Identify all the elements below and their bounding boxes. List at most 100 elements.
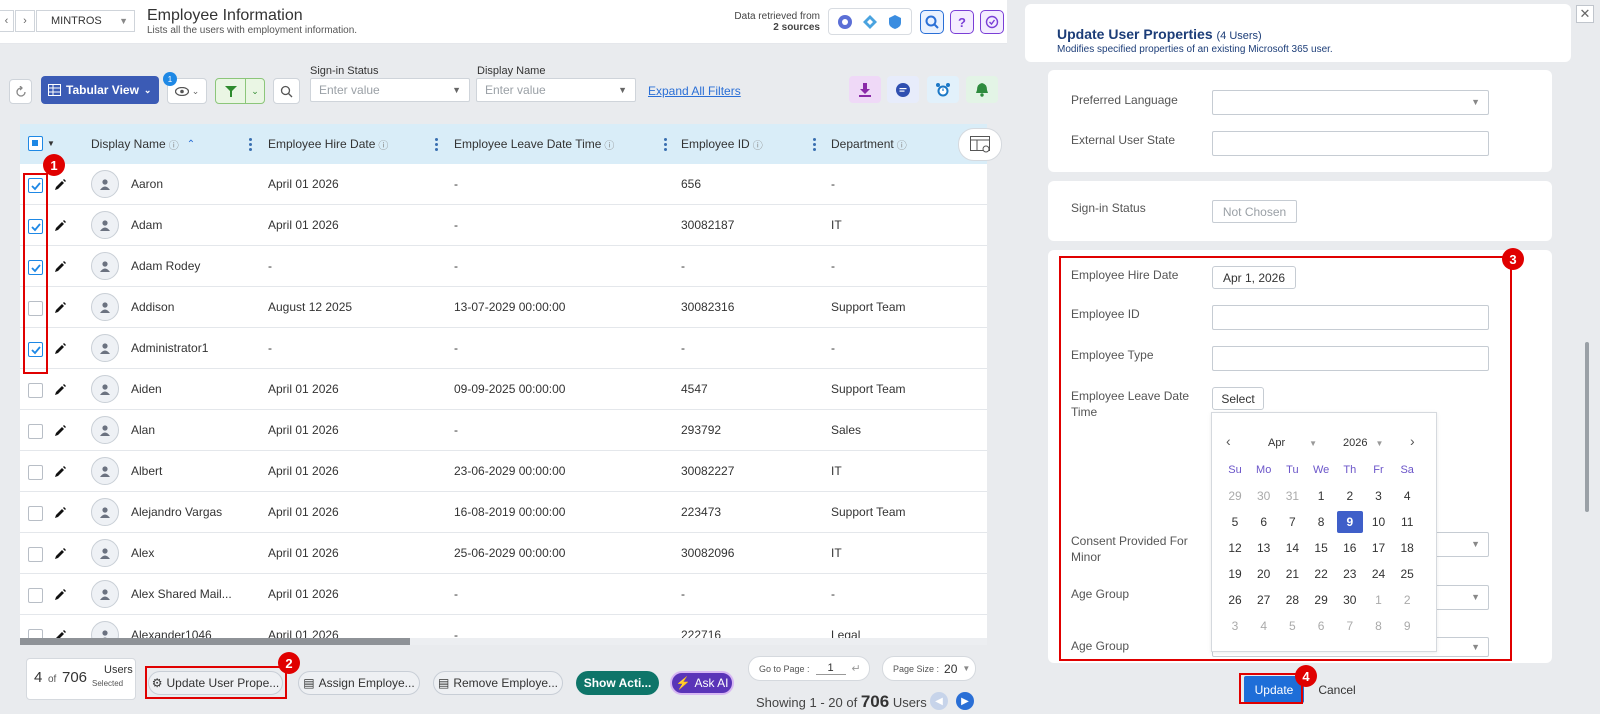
row-checkbox[interactable] bbox=[28, 465, 43, 480]
table-row[interactable]: Adam April 01 2026 - 30082187 IT bbox=[20, 205, 987, 246]
external-user-state-input[interactable] bbox=[1212, 131, 1489, 156]
table-row[interactable]: Alex Shared Mail... April 01 2026 - - - bbox=[20, 574, 987, 615]
close-icon[interactable]: ✕ bbox=[1576, 5, 1594, 23]
signin-status-filter[interactable]: Enter value ▼ bbox=[310, 78, 470, 102]
selection-counter: 4 of 706 Users Selected bbox=[26, 658, 136, 700]
page-size-control[interactable]: Page Size : 20 ▼ bbox=[882, 656, 976, 681]
cell-employee-id: - bbox=[681, 587, 685, 601]
remove-employee-button[interactable]: ▤ Remove Employe... bbox=[433, 671, 563, 695]
ask-ai-button[interactable]: ⚡ Ask AI bbox=[670, 671, 734, 695]
row-checkbox[interactable] bbox=[28, 383, 43, 398]
edit-pencil-icon[interactable] bbox=[54, 260, 66, 272]
prev-page-icon[interactable]: ◀ bbox=[930, 692, 948, 710]
row-checkbox[interactable] bbox=[28, 506, 43, 521]
panel-scrollbar[interactable] bbox=[1585, 342, 1589, 512]
cell-display-name[interactable]: Aaron bbox=[131, 164, 163, 204]
row-checkbox[interactable] bbox=[28, 588, 43, 603]
cell-department: IT bbox=[831, 546, 842, 560]
column-menu-icon[interactable] bbox=[664, 138, 667, 152]
table-row[interactable]: Administrator1 - - - - bbox=[20, 328, 987, 369]
table-row[interactable]: Alex April 01 2026 25-06-2029 00:00:00 3008… bbox=[20, 533, 987, 574]
sign-in-status-toggle[interactable]: Not Chosen bbox=[1212, 200, 1297, 223]
edit-pencil-icon[interactable] bbox=[54, 588, 66, 600]
goto-page-input[interactable]: 1 bbox=[815, 662, 846, 675]
cell-display-name[interactable]: Alex Shared Mail... bbox=[131, 574, 232, 614]
edit-pencil-icon[interactable] bbox=[54, 178, 66, 190]
col-header-department[interactable]: Department ⓘ bbox=[831, 124, 907, 164]
cell-display-name[interactable]: Addison bbox=[131, 287, 174, 327]
row-checkbox[interactable] bbox=[28, 547, 43, 562]
table-icon bbox=[48, 84, 61, 96]
cell-display-name[interactable]: Administrator1 bbox=[131, 328, 208, 368]
cell-display-name[interactable]: Albert bbox=[131, 451, 162, 491]
cell-leave-date: - bbox=[454, 259, 458, 273]
col-header-employee-id[interactable]: Employee ID ⓘ bbox=[681, 124, 763, 164]
horizontal-scrollbar[interactable] bbox=[20, 638, 987, 645]
table-row[interactable]: Alan April 01 2026 - 293792 Sales bbox=[20, 410, 987, 451]
select-menu-caret-icon[interactable]: ▼ bbox=[47, 139, 55, 148]
edit-pencil-icon[interactable] bbox=[54, 383, 66, 395]
edit-pencil-icon[interactable] bbox=[54, 506, 66, 518]
show-actions-button[interactable]: Show Acti... bbox=[576, 671, 659, 695]
assign-employee-button[interactable]: ▤ Assign Employe... bbox=[298, 671, 420, 695]
tenant-selector[interactable]: MINTROS ▼ bbox=[36, 10, 135, 32]
row-checkbox[interactable] bbox=[28, 424, 43, 439]
callout-badge-2: 2 bbox=[278, 652, 300, 674]
edit-pencil-icon[interactable] bbox=[54, 342, 66, 354]
cell-department: Support Team bbox=[831, 505, 906, 519]
cell-hire-date: April 01 2026 bbox=[268, 587, 339, 601]
display-name-filter[interactable]: Enter value ▼ bbox=[476, 78, 636, 102]
search-icon[interactable] bbox=[920, 10, 944, 34]
cell-display-name[interactable]: Alejandro Vargas bbox=[131, 492, 222, 532]
next-page-icon[interactable]: ▶ bbox=[956, 692, 974, 710]
avatar bbox=[91, 375, 119, 403]
refresh-icon[interactable] bbox=[9, 79, 32, 104]
col-header-display-name[interactable]: Display Name ⓘ ⌃ bbox=[91, 124, 195, 164]
edit-pencil-icon[interactable] bbox=[54, 301, 66, 313]
status-check-icon[interactable] bbox=[980, 10, 1004, 34]
callout-box-2 bbox=[145, 666, 287, 699]
column-menu-icon[interactable] bbox=[435, 138, 438, 152]
data-sources-text: Data retrieved from 2 sources bbox=[734, 11, 820, 33]
select-all-checkbox[interactable] bbox=[28, 136, 43, 151]
help-icon[interactable]: ? bbox=[950, 10, 974, 34]
cell-display-name[interactable]: Adam bbox=[131, 205, 162, 245]
alarm-clock-icon[interactable] bbox=[927, 76, 959, 103]
back-nav-button[interactable]: ‹ bbox=[0, 10, 14, 32]
cell-leave-date: - bbox=[454, 587, 458, 601]
table-row[interactable]: Aaron April 01 2026 - 656 - bbox=[20, 164, 987, 205]
expand-all-filters-link[interactable]: Expand All Filters bbox=[648, 84, 741, 98]
cell-display-name[interactable]: Aiden bbox=[131, 369, 162, 409]
table-row[interactable]: Alejandro Vargas April 01 2026 16-08-2019 … bbox=[20, 492, 987, 533]
forward-nav-button[interactable]: › bbox=[15, 10, 35, 32]
column-menu-icon[interactable] bbox=[249, 138, 252, 152]
download-icon[interactable] bbox=[849, 76, 881, 103]
search-icon[interactable] bbox=[273, 78, 300, 104]
edit-pencil-icon[interactable] bbox=[54, 424, 66, 436]
edit-pencil-icon[interactable] bbox=[54, 547, 66, 559]
cell-display-name[interactable]: Alex bbox=[131, 533, 154, 573]
col-header-leave-date[interactable]: Employee Leave Date Time ⓘ bbox=[454, 124, 614, 164]
cell-display-name[interactable]: Alan bbox=[131, 410, 155, 450]
cancel-button[interactable]: Cancel bbox=[1312, 678, 1362, 702]
column-settings-icon[interactable] bbox=[958, 128, 1002, 161]
col-header-hire-date[interactable]: Employee Hire Date ⓘ bbox=[268, 124, 388, 164]
edit-pencil-icon[interactable] bbox=[54, 465, 66, 477]
table-row[interactable]: Adam Rodey - - - - bbox=[20, 246, 987, 287]
filter-button[interactable]: ⌄ bbox=[215, 78, 265, 104]
cell-employee-id: 293792 bbox=[681, 423, 722, 437]
table-row[interactable]: Albert April 01 2026 23-06-2029 00:00:00 30… bbox=[20, 451, 987, 492]
edit-pencil-icon[interactable] bbox=[54, 219, 66, 231]
goto-page-control[interactable]: Go to Page : 1 ↵ bbox=[748, 656, 870, 681]
table-row[interactable]: Aiden April 01 2026 09-09-2025 00:00:00 454… bbox=[20, 369, 987, 410]
cell-hire-date: August 12 2025 bbox=[268, 300, 353, 314]
column-menu-icon[interactable] bbox=[813, 138, 816, 152]
view-selector-button[interactable]: Tabular View ⌄ bbox=[41, 76, 159, 104]
info-icon: ⓘ bbox=[168, 140, 179, 152]
chat-icon[interactable] bbox=[887, 76, 919, 103]
bell-icon[interactable] bbox=[966, 76, 998, 103]
data-source-icons[interactable] bbox=[828, 8, 912, 35]
preferred-language-select[interactable]: ▼ bbox=[1212, 90, 1489, 115]
cell-display-name[interactable]: Adam Rodey bbox=[131, 246, 200, 286]
table-row[interactable]: Addison August 12 2025 13-07-2029 00:00:00… bbox=[20, 287, 987, 328]
